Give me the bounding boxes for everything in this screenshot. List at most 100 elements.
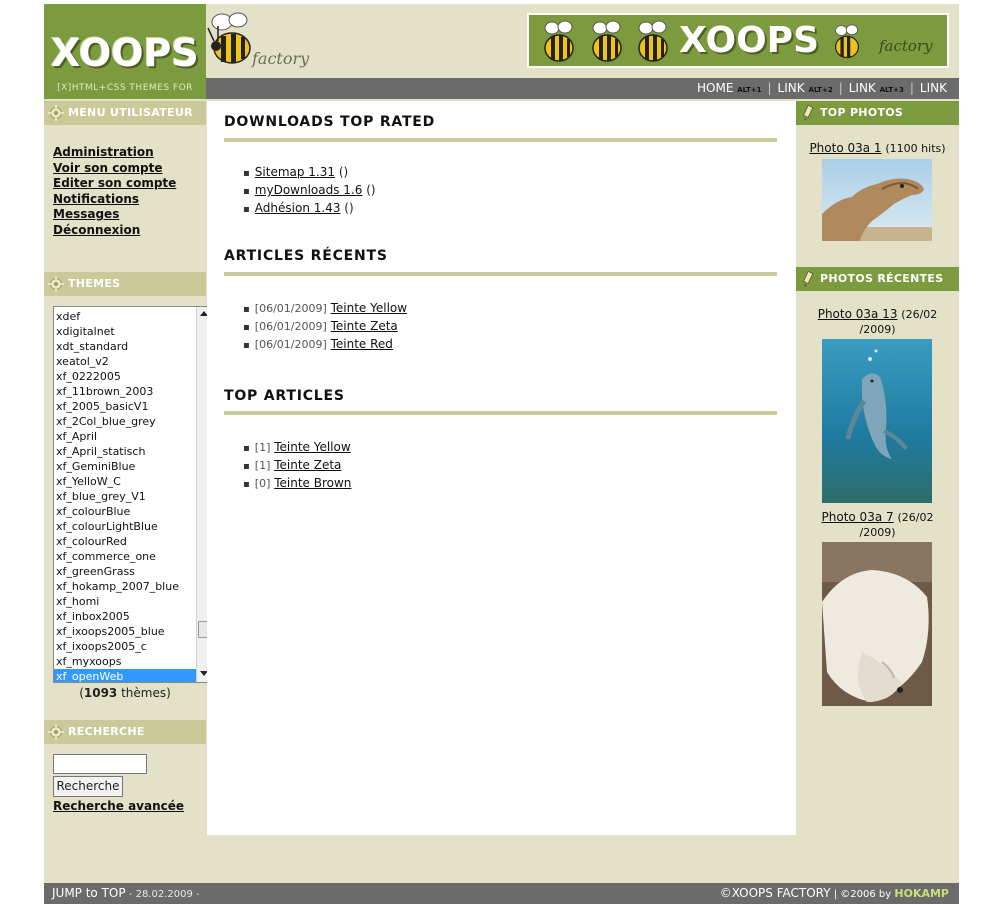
nav-home-link[interactable]: HOME ALT+1	[697, 81, 761, 95]
gear-icon	[48, 724, 64, 740]
nav-link-3[interactable]: LINK ALT+3	[849, 81, 904, 95]
block-title: MENU UTILISATEUR	[68, 106, 193, 119]
photo-date: (26/02	[901, 308, 938, 321]
downloads-list: Sitemap 1.31 () myDownloads 1.6 () Adhés…	[243, 164, 376, 218]
download-link[interactable]: myDownloads 1.6	[255, 183, 363, 197]
jump-to-top-link[interactable]: JUMP to TOP	[52, 886, 126, 900]
bee-icon	[638, 20, 668, 62]
nav-label: LINK	[777, 81, 805, 95]
photo-caption: Photo 03a 1 (1100 hits)	[796, 141, 959, 156]
section-rule	[224, 411, 777, 415]
theme-option[interactable]: xeatol_v2	[54, 354, 212, 369]
nav-links: HOME ALT+1 | LINK ALT+2 | LINK ALT+3 | LINK	[697, 78, 947, 99]
photo-link[interactable]: Photo 03a 1	[809, 141, 881, 155]
footer-author: HOKAMP	[894, 887, 949, 900]
footer-year: | ©2006 by	[830, 889, 895, 900]
search-header: RECHERCHE	[44, 720, 206, 744]
theme-option[interactable]: xf_colourLightBlue	[54, 519, 212, 534]
article-link[interactable]: Teinte Red	[331, 337, 393, 351]
theme-option[interactable]: xf_hokamp_2007_blue	[54, 579, 212, 594]
pencil-icon	[803, 105, 814, 121]
nav-link-4[interactable]: LINK	[920, 81, 947, 95]
usermenu-view-account-link[interactable]: Voir son compte	[53, 161, 206, 177]
article-link[interactable]: Teinte Yellow	[331, 301, 407, 315]
logo-text: XOOPS	[51, 31, 199, 75]
themes-header: THEMES	[44, 272, 206, 296]
theme-option[interactable]: xf_blue_grey_V1	[54, 489, 212, 504]
gear-icon	[48, 105, 64, 121]
theme-option[interactable]: xf_0222005	[54, 369, 212, 384]
gear-icon	[48, 276, 64, 292]
block-title: PHOTOS RÉCENTES	[820, 272, 944, 285]
list-item: Sitemap 1.31 ()	[243, 164, 376, 182]
theme-option[interactable]: xf_April	[54, 429, 212, 444]
search-input[interactable]	[53, 754, 147, 774]
nav-separator: |	[909, 81, 914, 95]
recent-articles-list: [06/01/2009] Teinte Yellow [06/01/2009] …	[243, 300, 407, 354]
logo-box: XOOPS	[44, 4, 206, 78]
list-item: myDownloads 1.6 ()	[243, 182, 376, 200]
nav-separator: |	[767, 81, 772, 95]
list-item: [1] Teinte Zeta	[243, 457, 351, 475]
theme-option[interactable]: xf_2005_basicV1	[54, 399, 212, 414]
photo-date: /2009)	[859, 526, 896, 539]
usermenu-logout-link[interactable]: Déconnexion	[53, 223, 206, 239]
nav-separator: |	[838, 81, 843, 95]
theme-option[interactable]: xdef	[54, 309, 212, 324]
download-link[interactable]: Sitemap 1.31	[255, 165, 335, 179]
theme-option[interactable]: xf_openWeb	[54, 669, 212, 682]
theme-option[interactable]: xf_ixoops2005_c	[54, 639, 212, 654]
usermenu-notifications-link[interactable]: Notifications	[53, 192, 206, 208]
usermenu-edit-account-link[interactable]: Editer son compte	[53, 176, 206, 192]
theme-option[interactable]: xf_April_statisch	[54, 444, 212, 459]
top-photos-header: TOP PHOTOS	[796, 101, 959, 125]
list-item: [0] Teinte Brown	[243, 475, 352, 493]
photo-thumbnail-camel[interactable]	[822, 159, 932, 241]
search-button[interactable]: Recherche	[53, 776, 123, 797]
photo-link[interactable]: Photo 03a 7	[822, 510, 894, 524]
nav-accesskey: ALT+3	[879, 86, 904, 94]
advanced-search-link[interactable]: Recherche avancée	[53, 799, 184, 813]
theme-option[interactable]: xf_11brown_2003	[54, 384, 212, 399]
theme-option[interactable]: xf_greenGrass	[54, 564, 212, 579]
theme-option[interactable]: xf_2Col_blue_grey	[54, 414, 212, 429]
bee-icon	[592, 20, 622, 62]
theme-option[interactable]: xdigitalnet	[54, 324, 212, 339]
usermenu-messages-link[interactable]: Messages	[53, 207, 206, 223]
article-link[interactable]: Teinte Zeta	[274, 458, 341, 472]
theme-option[interactable]: xf_myxoops	[54, 654, 212, 669]
theme-option[interactable]: xf_GeminiBlue	[54, 459, 212, 474]
block-title: TOP PHOTOS	[820, 106, 904, 119]
list-item: Adhésion 1.43 ()	[243, 200, 376, 218]
usermenu-header: MENU UTILISATEUR	[44, 101, 206, 125]
article-link[interactable]: Teinte Yellow	[274, 440, 350, 454]
nav-link-2[interactable]: LINK ALT+2	[778, 81, 833, 95]
footer-date: - 28.02.2009 -	[125, 889, 200, 900]
photo-thumbnail-polar-bear[interactable]	[822, 542, 932, 706]
usermenu-administration-link[interactable]: Administration	[53, 145, 206, 161]
footer: JUMP to TOP - 28.02.2009 - ©XOOPS FACTOR…	[44, 883, 959, 904]
theme-option[interactable]: xdt_standard	[54, 339, 212, 354]
photo-thumbnail-dolphin[interactable]	[822, 339, 932, 503]
theme-option[interactable]: xf_YelloW_C	[54, 474, 212, 489]
list-item: [06/01/2009] Teinte Red	[243, 336, 407, 354]
theme-option[interactable]: xf_ixoops2005_blue	[54, 624, 212, 639]
theme-option[interactable]: xf_commerce_one	[54, 549, 212, 564]
theme-option[interactable]: xf_inbox2005	[54, 609, 212, 624]
nav-accesskey: ALT+2	[808, 86, 833, 94]
section-rule	[224, 138, 777, 142]
theme-option[interactable]: xf_colourBlue	[54, 504, 212, 519]
logo-subtitle: factory	[252, 49, 310, 68]
header-banner[interactable]: XOOPS factory	[527, 13, 949, 68]
list-item: [06/01/2009] Teinte Zeta	[243, 318, 407, 336]
user-menu: Administration Voir son compte Editer so…	[44, 125, 206, 238]
article-link[interactable]: Teinte Zeta	[331, 319, 398, 333]
article-link[interactable]: Teinte Brown	[274, 476, 351, 490]
download-count: ()	[335, 165, 349, 179]
theme-option[interactable]: xf_homi	[54, 594, 212, 609]
list-item: [1] Teinte Yellow	[243, 439, 351, 457]
theme-select-list[interactable]: xdef xdigitalnet xdt_standard xeatol_v2 xf_0…	[53, 306, 213, 683]
photo-link[interactable]: Photo 03a 13	[818, 307, 898, 321]
download-link[interactable]: Adhésion 1.43	[255, 201, 341, 215]
theme-option[interactable]: xf_colourRed	[54, 534, 212, 549]
